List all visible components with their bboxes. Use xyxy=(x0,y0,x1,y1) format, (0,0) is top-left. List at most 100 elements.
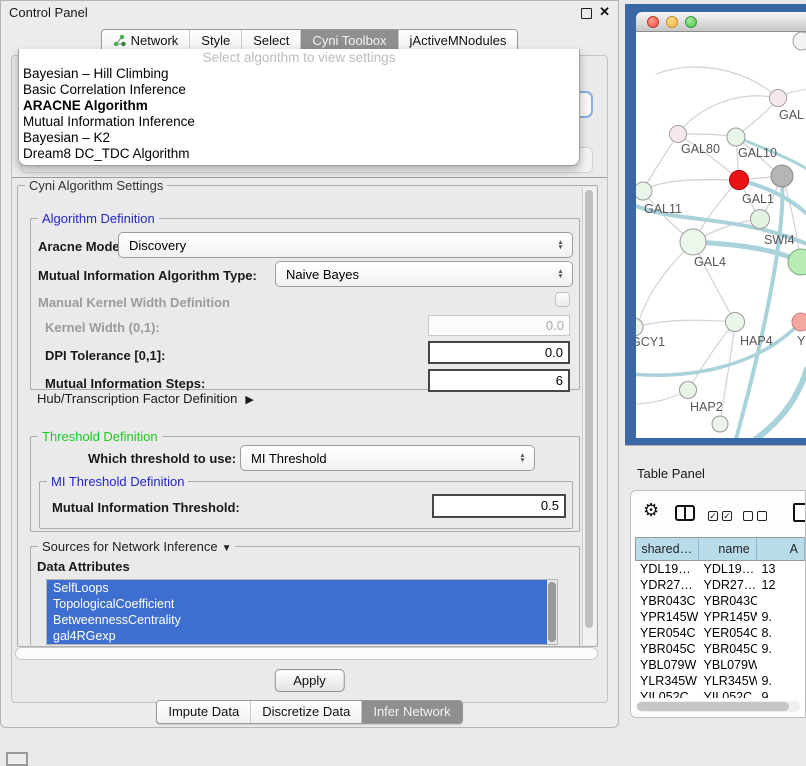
float-window-icon[interactable] xyxy=(581,8,592,19)
manual-kernel-checkbox[interactable] xyxy=(555,292,570,307)
network-node-label: SWI4 xyxy=(764,233,795,247)
table-cell: YBR045C xyxy=(699,641,757,657)
mi-type-label: Mutual Information Algorithm Type: xyxy=(38,268,257,283)
data-attributes-list[interactable]: SelfLoopsTopologicalCoefficientBetweenne… xyxy=(46,579,558,645)
select-all-checkboxes-icon[interactable]: ✓✓ xyxy=(708,507,736,525)
scrollbar-thumb[interactable] xyxy=(585,190,593,628)
network-node[interactable] xyxy=(726,313,745,332)
table-row[interactable]: YPR145WYPR145W9. xyxy=(635,609,805,625)
close-icon[interactable]: ✕ xyxy=(599,4,610,20)
attribute-list-item[interactable]: TopologicalCoefficient xyxy=(47,596,557,612)
table-row[interactable]: YER054CYER054C8. xyxy=(635,625,805,641)
mi-steps-input[interactable]: 6 xyxy=(428,369,570,392)
network-node[interactable] xyxy=(793,32,806,50)
algorithm-option[interactable]: Dream8 DC_TDC Algorithm xyxy=(19,146,579,162)
network-node[interactable] xyxy=(712,416,728,432)
column-header[interactable]: A xyxy=(757,538,805,560)
network-window-titlebar[interactable] xyxy=(636,12,806,32)
table-cell: 12 xyxy=(757,577,806,593)
sources-group: Sources for Network Inference▼ Data Attr… xyxy=(30,546,580,646)
deselect-all-checkboxes-icon[interactable] xyxy=(743,507,771,525)
tab-label: jActiveMNodules xyxy=(410,33,507,48)
close-traffic-light-icon[interactable] xyxy=(647,16,659,28)
network-node[interactable] xyxy=(788,249,806,275)
mi-algorithm-type-select[interactable]: Naive Bayes ▲▼ xyxy=(275,261,573,287)
mi-steps-label: Mutual Information Steps: xyxy=(45,376,205,391)
split-columns-icon[interactable] xyxy=(675,505,695,521)
table-cell: YPR145W xyxy=(635,609,699,625)
dpi-tolerance-input[interactable]: 0.0 xyxy=(428,341,570,364)
tab-infer-network[interactable]: Infer Network xyxy=(362,701,461,723)
document-icon[interactable] xyxy=(793,503,806,522)
kernel-width-input[interactable]: 0.0 xyxy=(428,315,570,336)
table-cell: YBR043C xyxy=(699,593,757,609)
table-cell xyxy=(757,593,806,609)
group-title: Algorithm Definition xyxy=(38,211,159,226)
node-table: shared…nameA YDL19…YDL19…13YDR27…YDR27…1… xyxy=(635,537,805,698)
table-cell: YIL052C xyxy=(635,689,699,698)
sources-group-title[interactable]: Sources for Network Inference ▼ xyxy=(38,539,235,554)
network-node[interactable] xyxy=(771,165,793,187)
attribute-list-item[interactable]: BetweennessCentrality xyxy=(47,612,557,628)
docked-mini-icon[interactable] xyxy=(6,752,28,766)
table-row[interactable]: YDL19…YDL19…13 xyxy=(635,561,805,577)
network-node-label: GAL1 xyxy=(742,192,774,206)
algorithm-dropdown-popup: Select algorithm to view settings Bayesi… xyxy=(18,49,580,166)
table-row[interactable]: YBR043CYBR043C xyxy=(635,593,805,609)
table-row[interactable]: YIL052CYIL052C9. xyxy=(635,689,805,698)
scrollbar-thumb[interactable] xyxy=(548,582,556,642)
network-node[interactable] xyxy=(727,128,745,146)
network-canvas[interactable]: GALGAL80GAL10GAL1GAL11SWI4GAL4GCY1HAP4YH… xyxy=(636,32,806,438)
table-horizontal-scrollbar[interactable] xyxy=(636,701,800,712)
table-row[interactable]: YBL079WYBL079W xyxy=(635,657,805,673)
table-row[interactable]: YLR345WYLR345W9. xyxy=(635,673,805,689)
hub-tf-definition-toggle[interactable]: Hub/Transcription Factor Definition▶ xyxy=(37,391,254,406)
minimize-traffic-light-icon[interactable] xyxy=(666,16,678,28)
network-node[interactable] xyxy=(730,171,749,190)
network-node[interactable] xyxy=(670,126,687,143)
network-node[interactable] xyxy=(680,229,706,255)
list-vertical-scrollbar[interactable] xyxy=(547,580,557,644)
network-node[interactable] xyxy=(636,318,643,336)
table-cell: YLR345W xyxy=(699,673,757,689)
gear-icon[interactable]: ⚙ xyxy=(643,500,659,521)
attribute-list-item[interactable]: SelfLoops xyxy=(47,580,557,596)
algorithm-option[interactable]: ARACNE Algorithm xyxy=(19,98,579,114)
column-header[interactable]: shared… xyxy=(636,538,699,560)
apply-button[interactable]: Apply xyxy=(274,669,345,692)
collapsed-arrow-icon: ▶ xyxy=(245,393,253,406)
expanded-arrow-icon: ▼ xyxy=(222,543,232,554)
table-row[interactable]: YBR045CYBR045C9. xyxy=(635,641,805,657)
algorithm-option[interactable]: Mutual Information Inference xyxy=(19,114,579,130)
aracne-mode-select[interactable]: Discovery ▲▼ xyxy=(118,232,573,258)
scrollbar-thumb[interactable] xyxy=(637,702,789,711)
which-threshold-select[interactable]: MI Threshold ▲▼ xyxy=(240,445,535,471)
column-header[interactable]: name xyxy=(699,538,757,560)
network-node[interactable] xyxy=(636,182,652,200)
threshold-definition-group: Threshold Definition Which threshold to … xyxy=(30,436,580,532)
network-edge xyxy=(643,180,739,191)
algorithm-option[interactable]: Basic Correlation Inference xyxy=(19,82,579,98)
attribute-list-item[interactable]: gal4RGexp xyxy=(47,628,557,644)
network-node[interactable] xyxy=(770,90,787,107)
mi-threshold-definition-group: MI Threshold Definition Mutual Informati… xyxy=(39,481,573,529)
sources-title-text: Sources for Network Inference xyxy=(42,539,218,554)
table-cell: YPR145W xyxy=(699,609,757,625)
tab-label: Cyni Toolbox xyxy=(312,33,386,48)
tab-label: Style xyxy=(201,33,230,48)
mi-threshold-input[interactable]: 0.5 xyxy=(432,494,566,518)
network-window: GALGAL80GAL10GAL1GAL11SWI4GAL4GCY1HAP4YH… xyxy=(636,12,806,438)
algorithm-option[interactable]: Bayesian – Hill Climbing xyxy=(19,66,579,82)
table-row[interactable]: YDR27…YDR27…12 xyxy=(635,577,805,593)
settings-horizontal-scrollbar[interactable] xyxy=(15,647,598,660)
tab-discretize-data[interactable]: Discretize Data xyxy=(251,701,362,723)
network-node[interactable] xyxy=(680,382,697,399)
table-cell: 9. xyxy=(757,689,806,698)
settings-vertical-scrollbar[interactable] xyxy=(582,187,596,645)
network-node[interactable] xyxy=(751,210,770,229)
network-node[interactable] xyxy=(792,313,806,331)
zoom-traffic-light-icon[interactable] xyxy=(685,16,697,28)
network-edge xyxy=(636,320,735,327)
algorithm-option[interactable]: Bayesian – K2 xyxy=(19,130,579,146)
tab-impute-data[interactable]: Impute Data xyxy=(157,701,251,723)
